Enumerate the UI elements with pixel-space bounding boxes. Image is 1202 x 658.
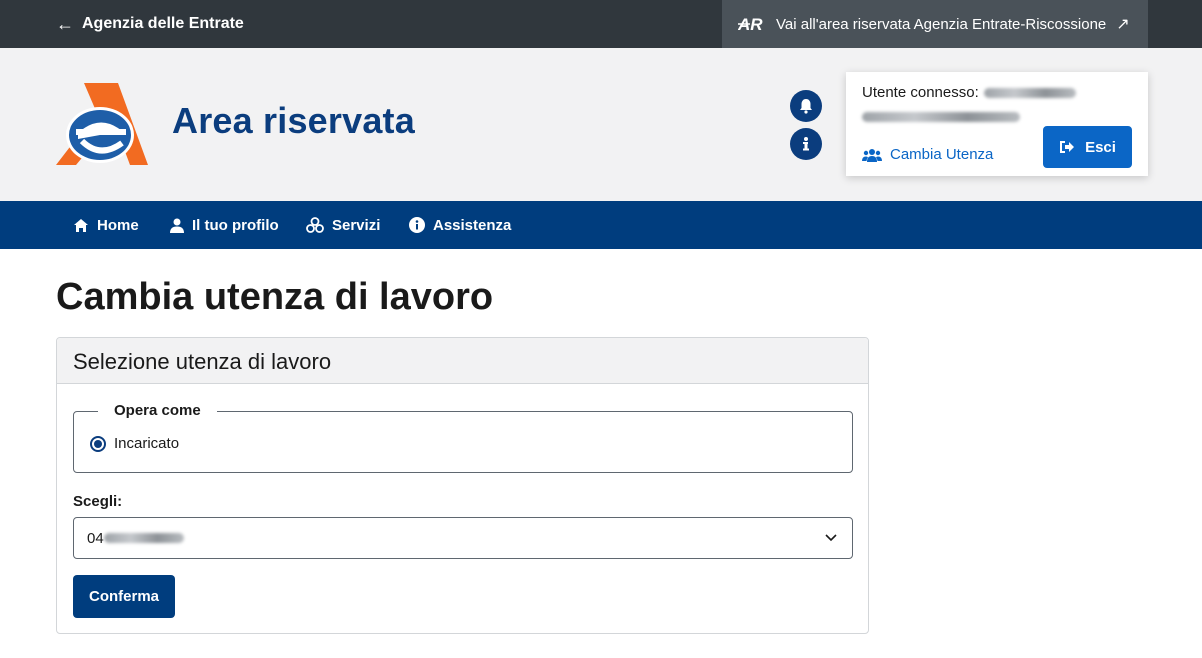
riscossione-area-link[interactable]: AR Vai all'area riservata Agenzia Entrat…: [722, 0, 1148, 48]
change-user-label: Cambia Utenza: [890, 146, 994, 163]
info-icon: [409, 217, 425, 233]
confirm-label: Conferma: [88, 588, 159, 605]
radio-incaricato[interactable]: Incaricato: [90, 435, 179, 452]
redacted-username: [984, 88, 1076, 98]
external-link-icon: ↗: [1116, 16, 1130, 33]
card-title: Selezione utenza di lavoro: [73, 349, 332, 374]
user-panel: Utente connesso: Cambia Utenza Esci: [846, 72, 1148, 176]
confirm-button[interactable]: Conferma: [73, 575, 175, 618]
services-icon: [306, 217, 324, 233]
sign-out-icon: [1060, 141, 1075, 153]
nav-item-home[interactable]: Home: [73, 201, 139, 249]
nav-item-assistance[interactable]: Assistenza: [409, 201, 511, 249]
radio-incaricato-label: Incaricato: [114, 435, 180, 452]
operate-as-legend: Opera come: [98, 402, 217, 419]
operate-as-fieldset: [73, 411, 853, 473]
agenzia-entrate-back-link[interactable]: ← Agenzia delle Entrate: [56, 0, 244, 48]
logout-label: Esci: [1085, 138, 1116, 156]
user-icon: [170, 218, 184, 233]
radio-button-selected[interactable]: [90, 435, 106, 452]
chevron-down-icon: [825, 534, 837, 542]
nav-item-profile[interactable]: Il tuo profilo: [170, 201, 279, 249]
notifications-button[interactable]: [790, 90, 822, 122]
logout-button[interactable]: Esci: [1043, 126, 1132, 168]
redacted-user-id: [862, 112, 1020, 122]
nav-assistance-label: Assistenza: [433, 216, 512, 234]
choose-label: Scegli:: [73, 493, 123, 510]
users-icon: [862, 148, 882, 162]
home-icon: [74, 218, 88, 232]
info-icon: [803, 137, 809, 151]
site-title: Area riservata: [172, 100, 415, 141]
ader-logo-icon: AR: [738, 15, 763, 33]
nav-profile-label: Il tuo profilo: [192, 216, 279, 234]
user-connected-label: Utente connesso:: [862, 84, 979, 101]
nav-home-label: Home: [97, 216, 139, 234]
agenzia-entrate-logo[interactable]: [56, 83, 148, 165]
nav-services-label: Servizi: [332, 216, 381, 234]
redacted-select-value: [103, 533, 184, 543]
info-button[interactable]: [790, 128, 822, 160]
header: Area riservata Utente connesso: Cambia U…: [0, 48, 1202, 201]
page-title: Cambia utenza di lavoro: [56, 276, 494, 318]
card-header: Selezione utenza di lavoro: [57, 338, 868, 384]
nav-item-services[interactable]: Servizi: [306, 201, 380, 249]
select-value-prefix: 04: [87, 529, 104, 547]
user-selection-card: Selezione utenza di lavoro Opera come In…: [56, 337, 869, 634]
arrow-left-icon: ←: [56, 14, 74, 34]
top-bar: ← Agenzia delle Entrate AR Vai all'area …: [0, 0, 1202, 48]
change-user-link[interactable]: Cambia Utenza: [862, 146, 993, 163]
back-link-label: Agenzia delle Entrate: [82, 15, 244, 32]
main-nav: Home Il tuo profilo Servizi Assistenza: [0, 201, 1202, 249]
user-select[interactable]: 04: [73, 517, 853, 559]
riscossione-link-label: Vai all'area riservata Agenzia Entrate-R…: [776, 15, 1107, 33]
bell-icon: [800, 99, 812, 114]
